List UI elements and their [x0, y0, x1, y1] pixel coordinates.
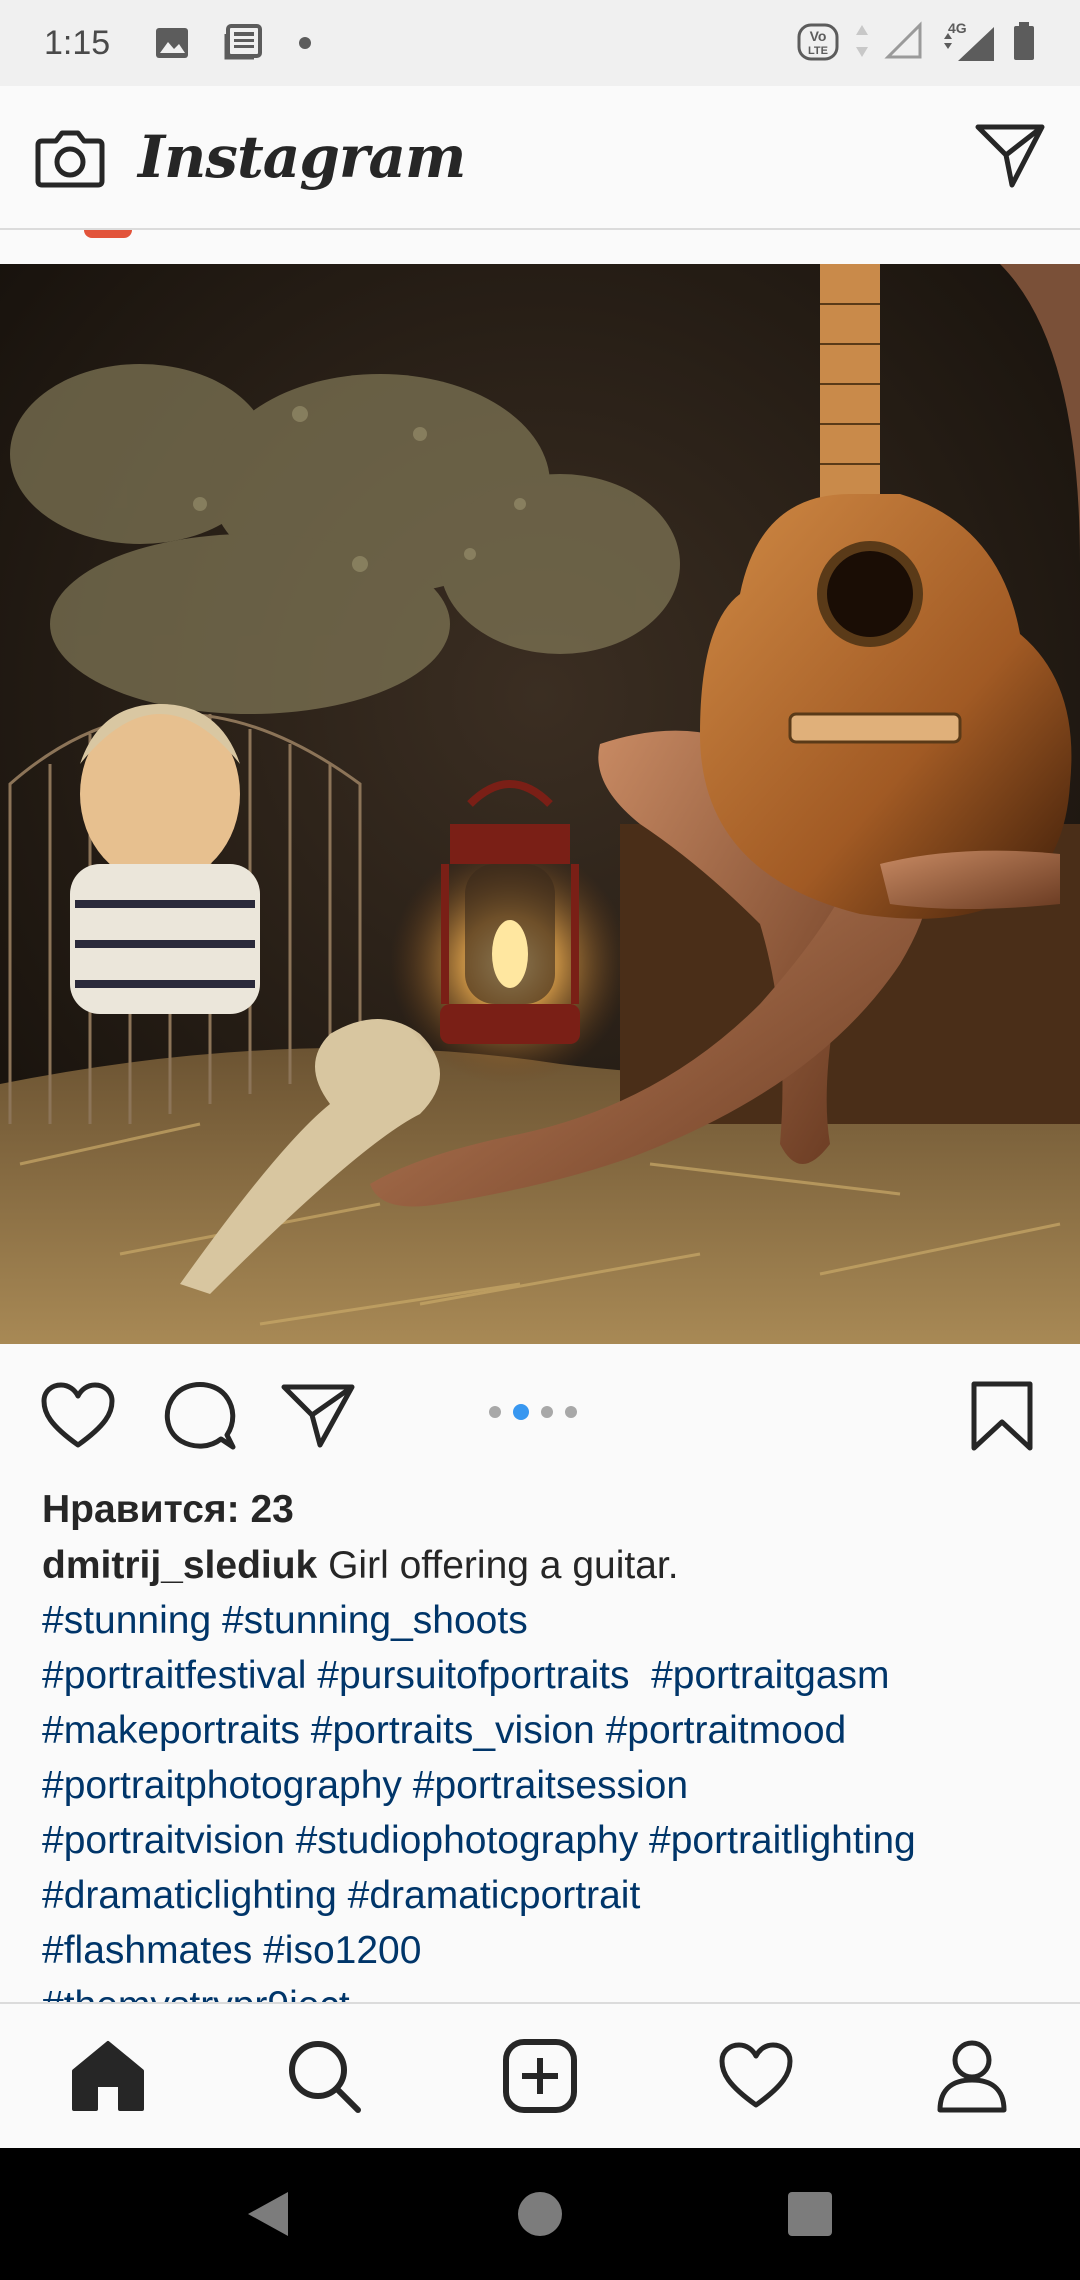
recents-button[interactable]	[780, 2184, 840, 2244]
4g-signal-icon: 4G	[938, 19, 998, 68]
likes-count[interactable]: Нравится: 23	[42, 1482, 1052, 1538]
dot-icon	[298, 36, 312, 50]
comment-bubble-icon	[164, 1382, 236, 1450]
bottom-navigation	[0, 2002, 1080, 2148]
hashtag-line[interactable]: #dramaticlighting #dramaticportrait	[42, 1868, 1052, 1923]
nav-search[interactable]	[284, 2036, 364, 2116]
profile-icon	[937, 2040, 1007, 2113]
battery-icon	[1012, 21, 1036, 66]
camera-icon[interactable]	[32, 119, 108, 195]
heart-outline-icon	[41, 1382, 115, 1448]
hashtag-line[interactable]: #flashmates #iso1200	[42, 1923, 1052, 1978]
carousel-indicator	[489, 1404, 577, 1420]
back-icon	[248, 2192, 288, 2236]
add-post-icon	[503, 2039, 577, 2113]
brand-logo: Instagram	[138, 123, 466, 191]
home-icon	[72, 2041, 144, 2111]
hashtag-line[interactable]: #portraitphotography #portraitsession	[42, 1758, 1052, 1813]
comment-button[interactable]	[160, 1376, 240, 1456]
carousel-dot	[489, 1406, 501, 1418]
caption-text: Girl offering a guitar.	[328, 1544, 679, 1587]
like-button[interactable]	[38, 1376, 118, 1456]
post-image[interactable]	[0, 264, 1080, 1344]
caption-line: dmitrij_slediuk Girl offering a guitar.	[42, 1538, 1052, 1593]
hashtag-line[interactable]: #stunning #stunning_shoots	[42, 1593, 1052, 1648]
avatar	[84, 230, 132, 238]
svg-text:LTE: LTE	[808, 45, 828, 57]
nav-activity[interactable]	[716, 2036, 796, 2116]
save-button[interactable]	[962, 1376, 1042, 1456]
news-icon	[224, 24, 264, 62]
carousel-dot-active	[513, 1404, 529, 1420]
status-right-icons: Vo LTE 4G	[796, 19, 1036, 68]
nav-home[interactable]	[68, 2036, 148, 2116]
home-button[interactable]	[510, 2184, 570, 2244]
hashtag-line[interactable]: #portraitfestival #pursuitofportraits #p…	[42, 1648, 1052, 1703]
home-circle-icon	[518, 2192, 562, 2236]
data-arrows-icon	[854, 23, 870, 64]
previous-post-edge	[0, 230, 1080, 264]
system-navigation-bar	[0, 2148, 1080, 2280]
direct-messages-button[interactable]	[972, 117, 1048, 198]
activity-heart-icon	[719, 2042, 793, 2108]
signal-empty-icon	[884, 20, 924, 66]
hashtag-line[interactable]: #makeportraits #portraits_vision #portra…	[42, 1703, 1052, 1758]
bookmark-icon	[971, 1381, 1033, 1451]
recents-icon	[788, 2192, 832, 2236]
hashtag-line[interactable]: #themystrvpr9iect	[42, 1978, 1052, 2002]
search-icon	[289, 2041, 361, 2113]
app-header: Instagram	[0, 86, 1080, 230]
svg-text:4G: 4G	[948, 20, 967, 36]
back-button[interactable]	[238, 2184, 298, 2244]
nav-profile[interactable]	[932, 2036, 1012, 2116]
carousel-dot	[541, 1406, 553, 1418]
image-icon	[154, 25, 190, 61]
status-bar: 1:15 Vo LTE 4G	[0, 0, 1080, 86]
nav-add-post[interactable]	[500, 2036, 580, 2116]
hashtag-line[interactable]: #portraitvision #studiophotography #port…	[42, 1813, 1052, 1868]
paper-plane-icon	[975, 124, 1045, 187]
carousel-dot	[565, 1406, 577, 1418]
username-link[interactable]: dmitrij_slediuk	[42, 1544, 317, 1587]
post-caption: Нравится: 23 dmitrij_slediuk Girl offeri…	[42, 1482, 1052, 2002]
status-time: 1:15	[44, 23, 111, 62]
volte-icon: Vo LTE	[796, 19, 840, 68]
paper-plane-icon	[281, 1384, 355, 1448]
svg-text:Vo: Vo	[810, 28, 827, 44]
share-button[interactable]	[278, 1376, 358, 1456]
